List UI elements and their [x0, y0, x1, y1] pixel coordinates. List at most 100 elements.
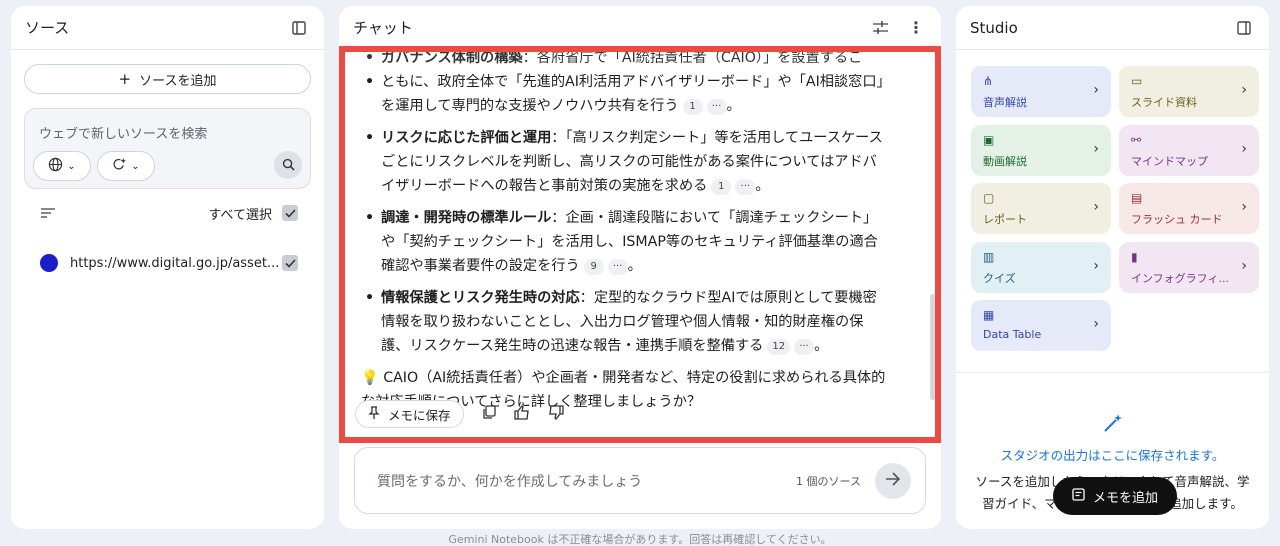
chevron-right-icon: ›	[1093, 82, 1099, 98]
globe-icon	[48, 157, 63, 176]
flashcard-icon: ▤	[1131, 191, 1143, 205]
list-item: 情報保護とリスク発生時の対応：定型的なクラウド型AIでは原則として要機密情報を取…	[339, 286, 941, 358]
research-mode-select[interactable]: ⌄	[97, 151, 155, 181]
source-checkbox[interactable]	[282, 255, 298, 271]
chevron-right-icon: ›	[1093, 316, 1099, 332]
chat-composer: 質問をするか、何かを作成してみましょう 1 個のソース	[354, 447, 926, 514]
collapse-panel-icon[interactable]	[288, 17, 310, 39]
add-memo-button[interactable]: メモを追加	[1053, 477, 1177, 515]
list-item: リスクに応じた評価と運用：「高リスク判定シート」等を活用してユースケースごとにリ…	[339, 126, 941, 198]
chevron-right-icon: ›	[1241, 199, 1247, 215]
bullet-list: リスクに応じた評価と運用：「高リスク判定シート」等を活用してユースケースごとにリ…	[339, 126, 941, 358]
arrow-right-icon	[885, 471, 901, 490]
citation-more-badge[interactable]: ···	[794, 339, 815, 355]
web-source-select[interactable]: ⌄	[33, 151, 91, 181]
copy-icon[interactable]	[482, 404, 496, 424]
web-source-search[interactable]: ウェブで新しいソースを検索 ⌄ ⌄	[24, 108, 311, 189]
studio-tile[interactable]: ▮ インフォグラフィ... ›	[1119, 241, 1259, 293]
more-vert-icon[interactable]: ⋮	[905, 17, 927, 39]
plus-icon: +	[118, 70, 132, 88]
studio-tile[interactable]: ▣ 動画解説 ›	[971, 124, 1111, 176]
collapse-panel-icon[interactable]	[1233, 17, 1255, 39]
quiz-icon: ▥	[983, 249, 995, 264]
studio-tile-label: フラッシュ カード	[1131, 213, 1223, 226]
table-icon: ▦	[983, 308, 995, 322]
chevron-down-icon: ⌄	[67, 160, 76, 172]
mindmap-icon: ⚯	[1131, 132, 1142, 147]
partial-point-text: ともに、政府全体で「先進的AI利活用アドバイザリーボード」や「AI相談窓口」を運…	[381, 74, 891, 114]
chevron-right-icon: ›	[1093, 199, 1099, 215]
chevron-right-icon: ›	[1241, 140, 1247, 157]
cut-off-line: ガバナンス体制の構築：各府省庁で「AI統括責任者（CAIO）」を設置するこ	[339, 50, 941, 70]
studio-tile[interactable]: ▤ フラッシュ カード ›	[1119, 183, 1259, 234]
studio-tile-label: レポート	[983, 213, 1027, 226]
sources-panel: ソース + ソースを追加 ウェブで新しいソースを検索 ⌄ ⌄ すべて選択 htt…	[11, 6, 324, 529]
citation-badge[interactable]: 1	[682, 99, 703, 115]
filter-icon[interactable]	[41, 204, 55, 223]
studio-tile-label: スライド資料	[1131, 96, 1197, 109]
report-icon: ▢	[983, 191, 995, 205]
studio-tile[interactable]: ▦ Data Table ›	[971, 300, 1111, 351]
add-source-label: ソースを追加	[139, 73, 217, 89]
magic-wand-icon	[956, 412, 1269, 439]
search-icon	[282, 156, 295, 175]
settings-tune-icon[interactable]	[869, 17, 891, 39]
studio-tile-label: Data Table	[983, 328, 1042, 341]
sources-title: ソース	[25, 19, 70, 37]
chat-header: チャット ⋮	[339, 6, 941, 50]
studio-tile[interactable]: ▥ クイズ ›	[971, 241, 1111, 293]
chevron-right-icon: ›	[1093, 140, 1099, 157]
chat-scrollbar[interactable]	[930, 294, 935, 400]
search-submit-button[interactable]	[274, 151, 302, 179]
studio-tile[interactable]: ⋔ 音声解説 ›	[971, 66, 1111, 117]
studio-tile-label: 動画解説	[983, 154, 1027, 168]
note-icon	[1072, 487, 1085, 505]
chat-title: チャット	[353, 19, 413, 37]
lightbulb-icon: 💡	[361, 370, 379, 386]
studio-empty-title: スタジオの出力はここに保存されます。	[1000, 448, 1225, 463]
add-source-button[interactable]: + ソースを追加	[24, 64, 311, 94]
point-title: リスクに応じた評価と運用	[381, 130, 552, 146]
sources-header: ソース	[11, 6, 324, 50]
chat-input[interactable]: 質問をするか、何かを作成してみましょう	[377, 471, 796, 491]
chat-messages: ガバナンス体制の構築：各府省庁で「AI統括責任者（CAIO）」を設置するこ とも…	[339, 50, 941, 445]
message-actions: メモに保存	[355, 400, 564, 428]
select-all-checkbox[interactable]	[282, 205, 298, 221]
source-count: 1 個のソース	[796, 474, 861, 488]
citation-badge[interactable]: 1	[711, 179, 732, 195]
point-title: 情報保護とリスク発生時の対応	[381, 290, 580, 306]
thumbs-up-icon[interactable]	[513, 404, 530, 424]
chat-panel: チャット ⋮ ガバナンス体制の構築：各府省庁で「AI統括責任者（CAIO）」を設…	[339, 6, 941, 529]
list-item: 調達・開発時の標準ルール：企画・調達段階において「調達チェックシート」や「契約チ…	[339, 206, 941, 278]
studio-tile[interactable]: ▭ スライド資料 ›	[1119, 66, 1259, 117]
search-input[interactable]: ウェブで新しいソースを検索	[39, 123, 207, 142]
citation-more-badge[interactable]: ···	[607, 259, 628, 275]
send-button[interactable]	[875, 462, 911, 499]
studio-tile[interactable]: ▢ レポート ›	[971, 183, 1111, 234]
audio-icon: ⋔	[983, 74, 994, 88]
infographic-icon: ▮	[1131, 249, 1138, 264]
citation-badge[interactable]: 12	[767, 339, 791, 355]
studio-panel: Studio ⋔ 音声解説 › ▭ スライド資料 › ▣ 動画解説 › ⚯ マインドマップ › ▢ レポー…	[956, 6, 1269, 529]
citation-more-badge[interactable]: ···	[706, 99, 727, 115]
slides-icon: ▭	[1131, 74, 1143, 88]
select-all-row: すべて選択	[41, 202, 298, 224]
sparkle-search-icon	[112, 157, 127, 176]
citation-badge[interactable]: 9	[583, 259, 604, 275]
studio-divider	[956, 372, 1269, 373]
source-name: https://www.digital.go.jp/asset...	[70, 255, 280, 271]
thumbs-down-icon[interactable]	[548, 404, 564, 424]
save-to-memo-button[interactable]: メモに保存	[355, 400, 464, 428]
studio-tile-label: インフォグラフィ...	[1131, 271, 1229, 285]
source-item[interactable]: https://www.digital.go.jp/asset...	[40, 252, 298, 274]
pin-icon	[368, 406, 380, 422]
chevron-right-icon: ›	[1093, 257, 1099, 274]
point-title: 調達・開発時の標準ルール	[381, 210, 552, 226]
citation-more-badge[interactable]: ···	[735, 179, 756, 195]
select-all-label: すべて選択	[208, 207, 272, 223]
source-favicon-icon	[40, 254, 58, 272]
partial-point: ともに、政府全体で「先進的AI利活用アドバイザリーボード」や「AI相談窓口」を運…	[339, 70, 941, 118]
studio-tile[interactable]: ⚯ マインドマップ ›	[1119, 124, 1259, 176]
save-memo-label: メモに保存	[388, 407, 451, 423]
studio-tile-label: クイズ	[983, 271, 1016, 285]
